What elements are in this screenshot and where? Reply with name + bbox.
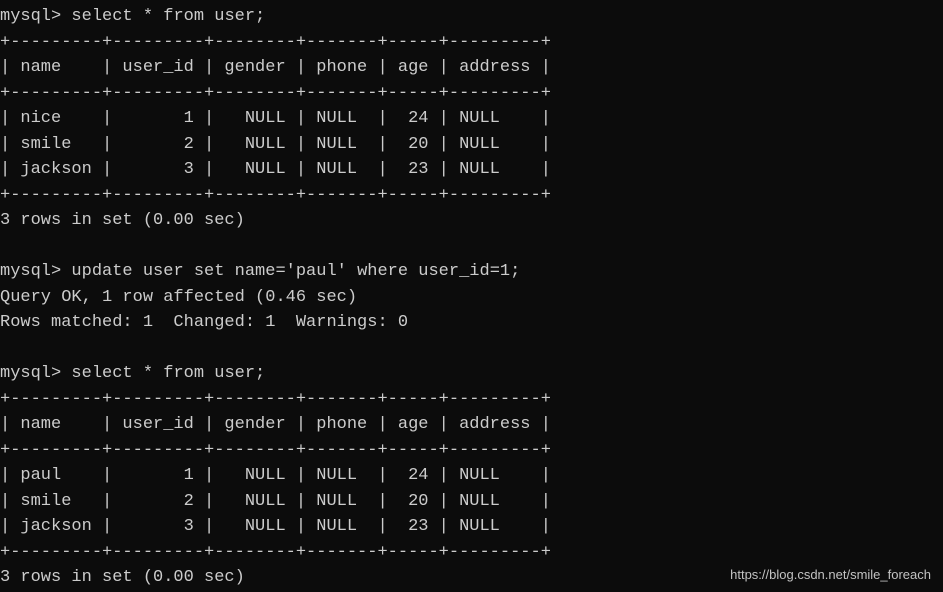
table-row: | nice | 1 | NULL | NULL | 24 | NULL | (0, 106, 943, 132)
table-border: +---------+---------+--------+-------+--… (0, 438, 943, 464)
update-result-2: Rows matched: 1 Changed: 1 Warnings: 0 (0, 310, 943, 336)
mysql-terminal[interactable]: mysql> select * from user; +---------+--… (0, 4, 943, 591)
table-row: | smile | 2 | NULL | NULL | 20 | NULL | (0, 489, 943, 515)
prompt: mysql> (0, 7, 61, 26)
table-row: | paul | 1 | NULL | NULL | 24 | NULL | (0, 463, 943, 489)
query: select * from user; (71, 7, 265, 26)
query-line-1: mysql> select * from user; (0, 4, 943, 30)
prompt: mysql> (0, 262, 61, 281)
table-border: +---------+---------+--------+-------+--… (0, 183, 943, 209)
blank (0, 336, 943, 362)
query: select * from user; (71, 364, 265, 383)
result-summary: 3 rows in set (0.00 sec) (0, 208, 943, 234)
query-line-3: mysql> select * from user; (0, 361, 943, 387)
table-row: | jackson | 3 | NULL | NULL | 23 | NULL … (0, 157, 943, 183)
table-header: | name | user_id | gender | phone | age … (0, 412, 943, 438)
table-border: +---------+---------+--------+-------+--… (0, 30, 943, 56)
table-border: +---------+---------+--------+-------+--… (0, 540, 943, 566)
update-result-1: Query OK, 1 row affected (0.46 sec) (0, 285, 943, 311)
table-border: +---------+---------+--------+-------+--… (0, 81, 943, 107)
query: update user set name='paul' where user_i… (71, 262, 520, 281)
query-line-2: mysql> update user set name='paul' where… (0, 259, 943, 285)
prompt: mysql> (0, 364, 61, 383)
watermark: https://blog.csdn.net/smile_foreach (730, 565, 931, 585)
table-row: | smile | 2 | NULL | NULL | 20 | NULL | (0, 132, 943, 158)
table-border: +---------+---------+--------+-------+--… (0, 387, 943, 413)
table-row: | jackson | 3 | NULL | NULL | 23 | NULL … (0, 514, 943, 540)
blank (0, 234, 943, 260)
table-header: | name | user_id | gender | phone | age … (0, 55, 943, 81)
